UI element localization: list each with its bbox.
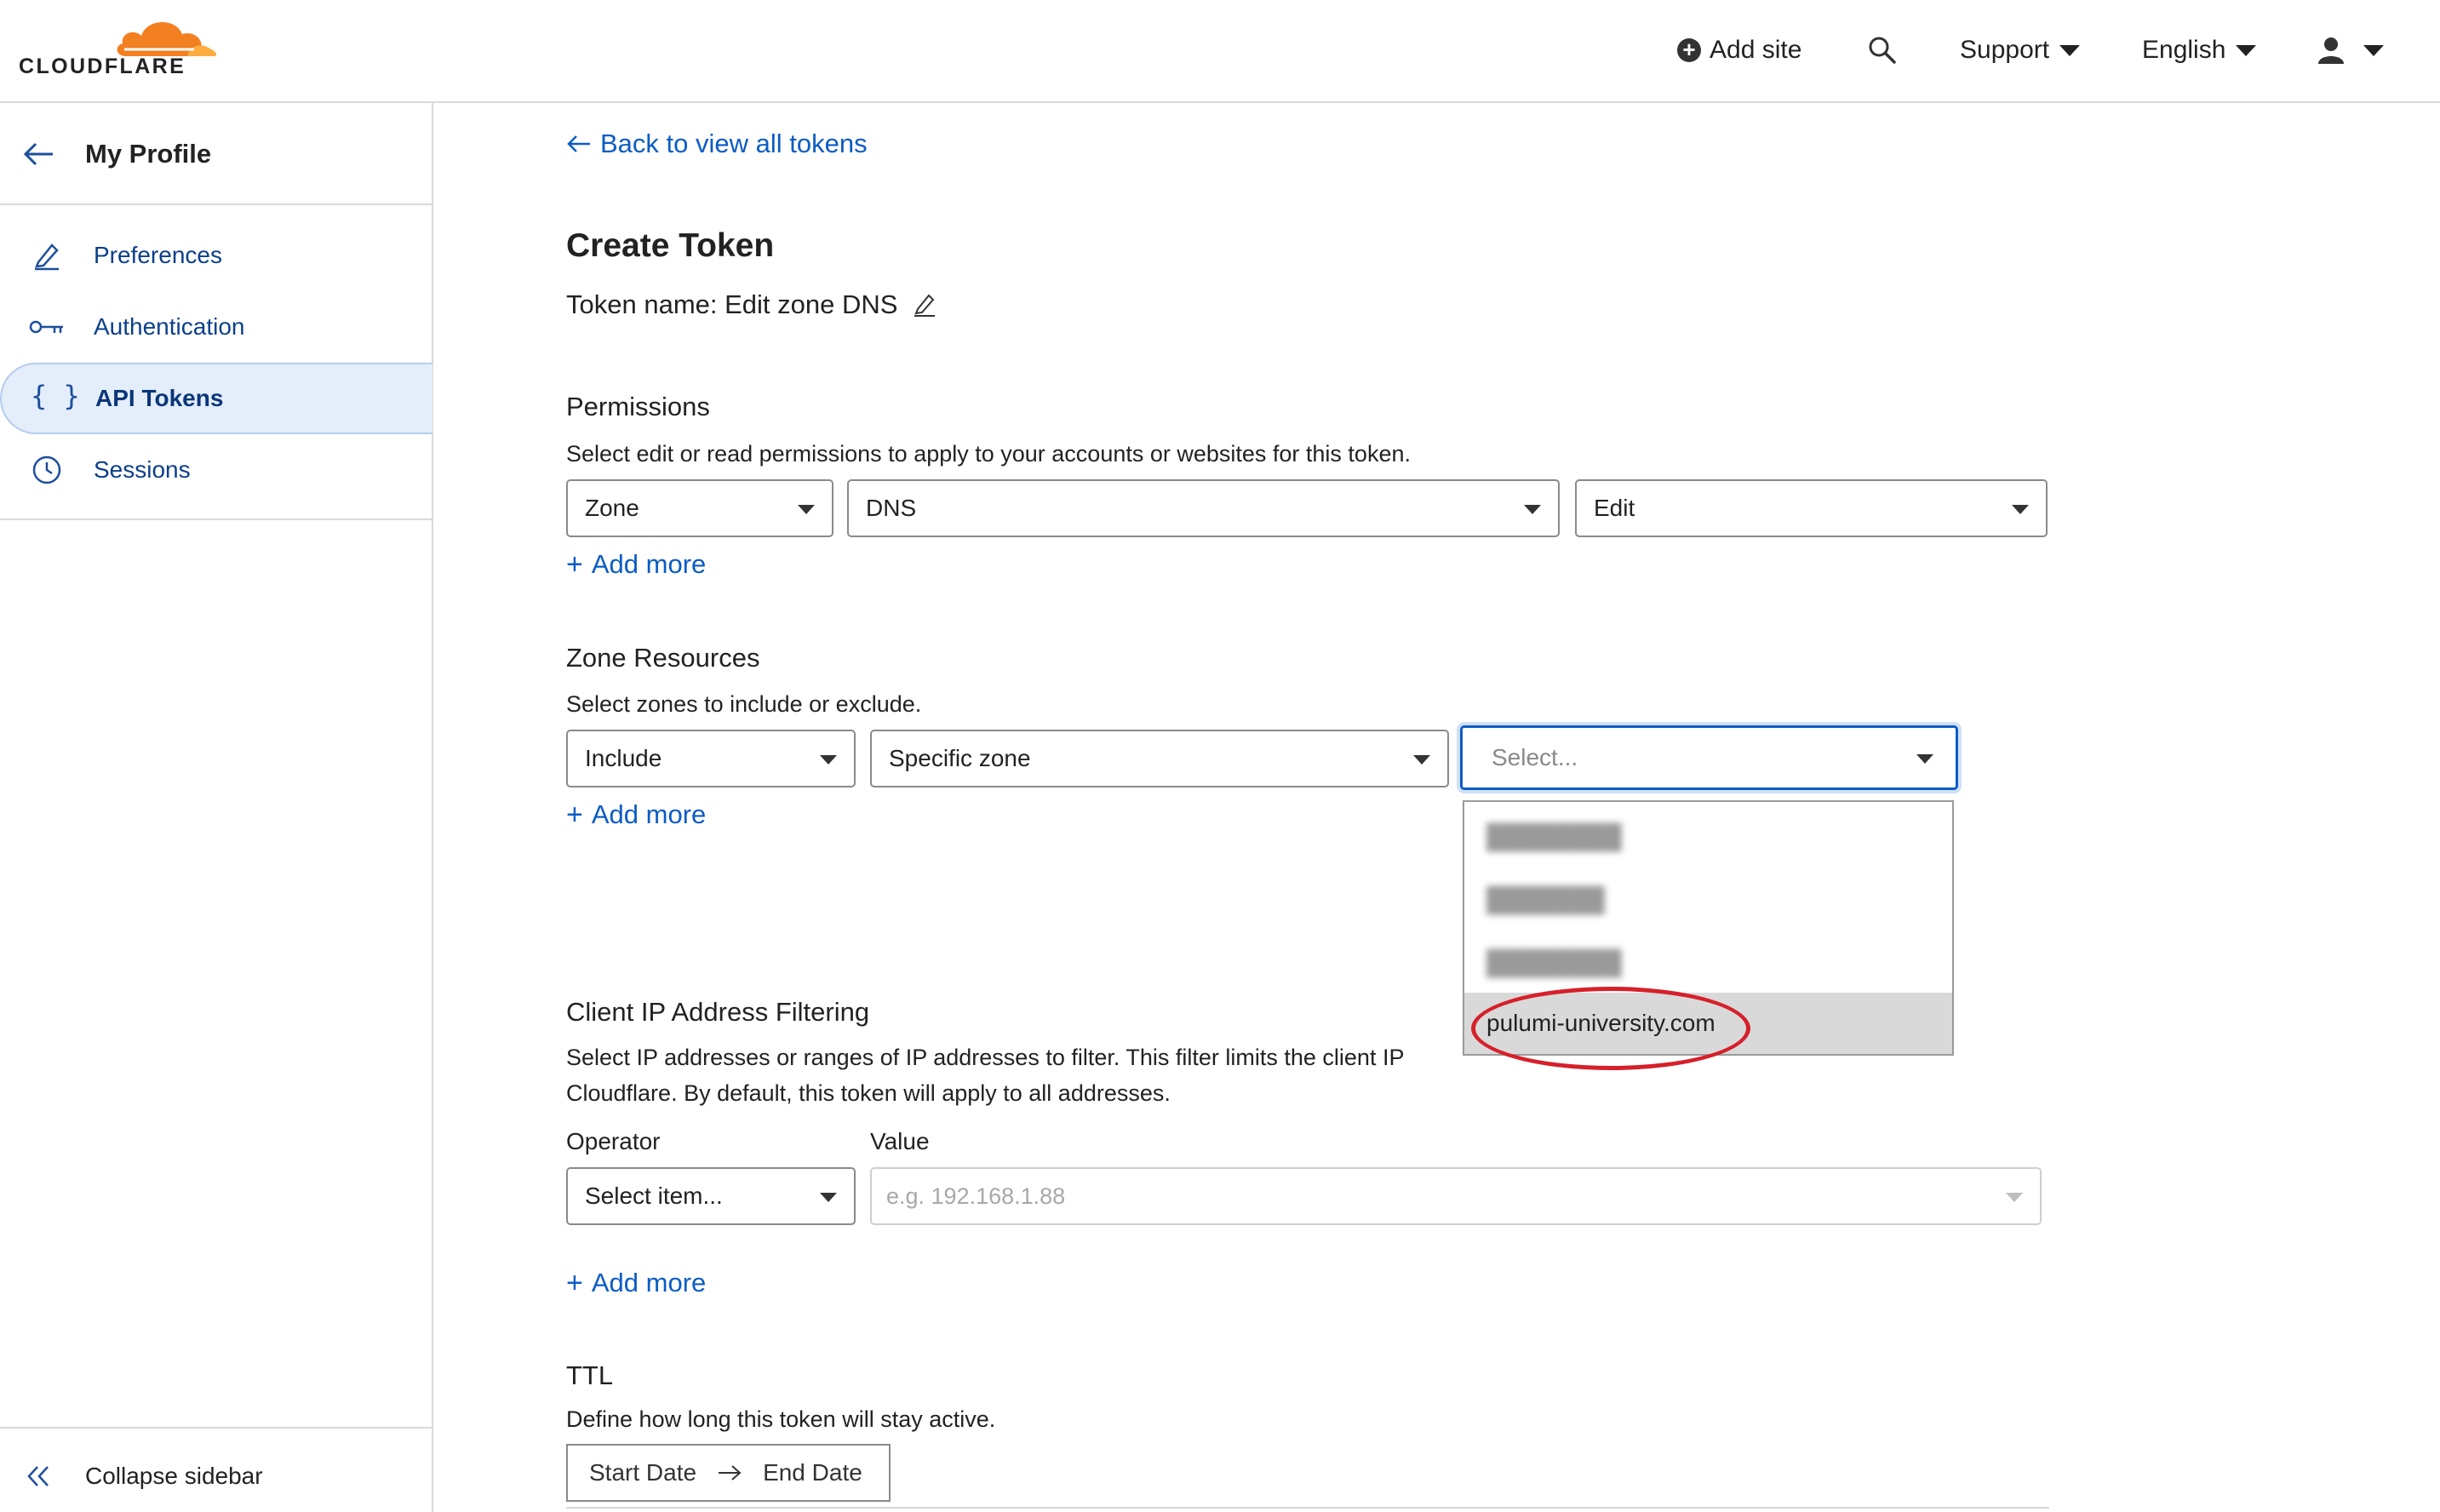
caret-down-icon (2363, 44, 2384, 56)
search-icon (1869, 37, 1896, 64)
logo-wordmark: CLOUDFLARE (19, 54, 186, 78)
zone-option[interactable]: ███████ (1464, 868, 1952, 931)
double-chevron-left-icon (27, 1466, 49, 1486)
sidebar-item-label: Sessions (94, 456, 191, 483)
permission-level-select[interactable]: Edit (1575, 479, 2048, 537)
ip-value-input[interactable]: e.g. 192.168.1.88 (870, 1167, 2042, 1225)
key-icon (29, 309, 65, 345)
start-date-label: Start Date (589, 1459, 697, 1486)
page-title: Create Token (566, 227, 775, 264)
braces-icon: { } (31, 380, 80, 412)
caret-down-icon (1524, 505, 1541, 514)
add-site-label: Add site (1710, 36, 1802, 64)
plus-icon: + (566, 799, 583, 831)
sidebar-item-label: Preferences (94, 242, 222, 268)
end-date-label: End Date (763, 1459, 862, 1486)
add-more-label: Add more (591, 549, 707, 579)
arrow-left-icon[interactable] (22, 137, 56, 171)
ip-add-more-button[interactable]: + Add more (566, 1268, 706, 1298)
sidebar-item-sessions[interactable]: Sessions (0, 434, 432, 506)
caret-down-icon (2012, 505, 2029, 514)
select-value: DNS (866, 495, 917, 521)
zone-option[interactable]: ████████ (1464, 805, 1952, 868)
sidebar-item-preferences[interactable]: Preferences (0, 220, 432, 291)
add-more-label: Add more (591, 799, 707, 829)
support-label: Support (1960, 36, 2050, 64)
collapse-sidebar-button[interactable]: Collapse sidebar (0, 1446, 432, 1506)
search-button[interactable] (1868, 24, 1897, 77)
cloudflare-logo[interactable]: CLOUDFLARE (19, 14, 217, 82)
permission-type-select[interactable]: Zone (566, 479, 833, 537)
value-label: Value (870, 1128, 930, 1154)
caret-down-icon (798, 505, 815, 514)
zone-option[interactable]: ████████ (1464, 931, 1952, 994)
select-value: Specific zone (889, 745, 1031, 771)
zone-resources-title: Zone Resources (566, 643, 760, 673)
back-link-label: Back to view all tokens (600, 129, 868, 158)
permissions-add-more-button[interactable]: + Add more (566, 549, 706, 580)
sidebar: My Profile Preferences Authentication { … (0, 103, 433, 1512)
back-to-tokens-link[interactable]: Back to view all tokens (566, 129, 868, 159)
ttl-description: Define how long this token will stay act… (566, 1406, 996, 1432)
collapse-sidebar-label: Collapse sidebar (85, 1463, 263, 1489)
select-value: Zone (585, 495, 639, 521)
zone-resources-description: Select zones to include or exclude. (566, 691, 922, 717)
bottom-divider (566, 1507, 2049, 1509)
arrow-left-icon (567, 135, 590, 152)
sidebar-divider (0, 1427, 432, 1429)
permissions-title: Permissions (566, 392, 710, 421)
select-placeholder: Select... (1492, 744, 1578, 770)
token-name: Token name: Edit zone DNS (566, 289, 936, 320)
plus-icon: + (566, 548, 583, 581)
caret-down-icon (2006, 1193, 2023, 1202)
ip-filtering-description-line1: Select IP addresses or ranges of IP addr… (566, 1045, 1405, 1070)
sidebar-item-api-tokens[interactable]: { } API Tokens (0, 363, 432, 434)
cloud-logo-icon (117, 21, 217, 56)
caret-down-icon (820, 1193, 837, 1202)
plus-circle-icon: + (1677, 38, 1701, 62)
plus-icon: + (566, 1267, 583, 1299)
operator-label: Operator (566, 1128, 661, 1154)
token-name-label: Token name: Edit zone DNS (566, 289, 898, 319)
pencil-icon (29, 238, 65, 273)
clock-icon (29, 452, 65, 488)
sidebar-item-label: Authentication (94, 313, 245, 340)
caret-down-icon (2236, 44, 2257, 56)
sidebar-title: My Profile (85, 139, 212, 169)
operator-select[interactable]: Select item... (566, 1167, 856, 1225)
add-more-label: Add more (591, 1268, 707, 1297)
zone-scope-select[interactable]: Specific zone (870, 730, 1449, 788)
select-value: Select item... (585, 1183, 723, 1209)
top-bar: CLOUDFLARE + Add site Support English (0, 0, 2440, 103)
caret-down-icon (1413, 755, 1430, 765)
sidebar-item-authentication[interactable]: Authentication (0, 291, 432, 363)
caret-down-icon (2059, 44, 2081, 56)
permission-group-select[interactable]: DNS (847, 479, 1560, 537)
zone-add-more-button[interactable]: + Add more (566, 799, 706, 830)
select-value: Edit (1594, 495, 1635, 521)
support-menu[interactable]: Support (1960, 24, 2081, 77)
sidebar-divider (0, 518, 432, 520)
select-value: Include (585, 745, 662, 771)
arrow-right-icon (719, 1465, 742, 1480)
ip-filtering-title: Client IP Address Filtering (566, 997, 870, 1027)
ttl-title: TTL (566, 1360, 614, 1390)
ttl-date-range[interactable]: Start Date End Date (566, 1444, 891, 1502)
zone-include-select[interactable]: Include (566, 730, 856, 788)
value-placeholder: e.g. 192.168.1.88 (886, 1183, 1066, 1209)
caret-down-icon (1916, 754, 1933, 764)
red-annotation-ellipse (1471, 987, 1750, 1070)
edit-pencil-icon[interactable] (913, 292, 936, 318)
language-menu[interactable]: English (2142, 24, 2257, 77)
user-icon (2318, 37, 2344, 64)
caret-down-icon (820, 755, 837, 765)
add-site-button[interactable]: + Add site (1677, 24, 1801, 77)
zone-select[interactable]: Select... (1460, 725, 1958, 790)
permissions-description: Select edit or read permissions to apply… (566, 441, 1411, 467)
ip-filtering-description-line2: Cloudflare. By default, this token will … (566, 1080, 1171, 1106)
user-menu[interactable] (2316, 24, 2384, 77)
sidebar-item-label: API Tokens (95, 385, 224, 411)
sidebar-header: My Profile (0, 103, 432, 205)
language-label: English (2142, 36, 2226, 64)
